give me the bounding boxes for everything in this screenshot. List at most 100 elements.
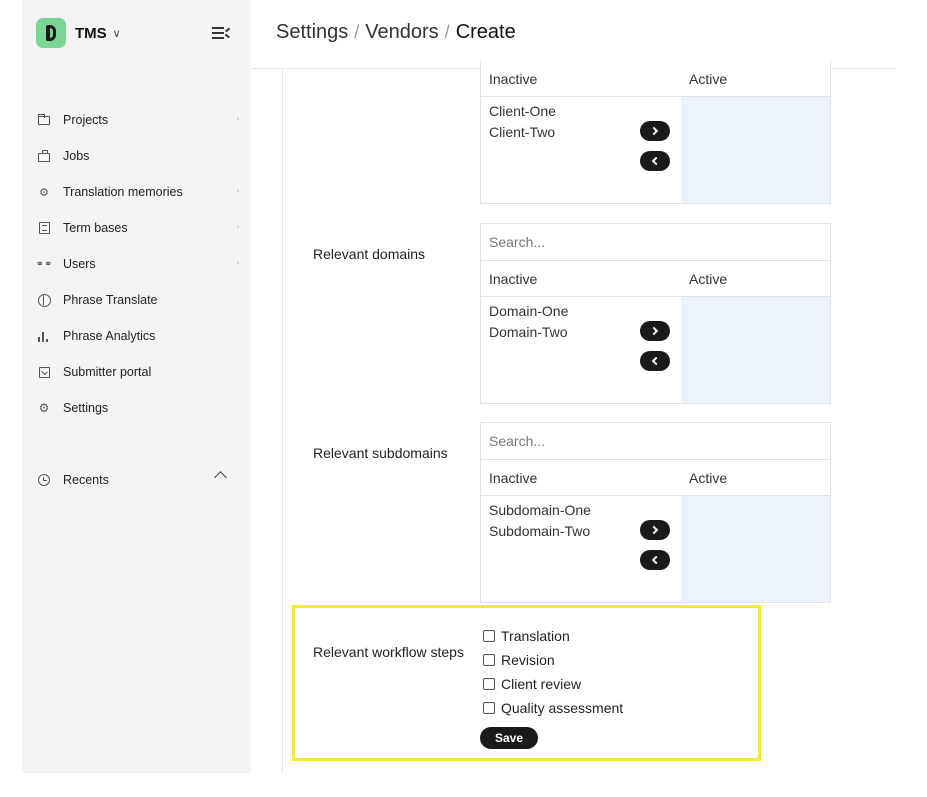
chevron-right-icon (649, 326, 659, 336)
sidebar-item-label: Projects (63, 113, 109, 127)
move-right-button[interactable] (640, 121, 670, 141)
checkbox-label: Client review (501, 676, 582, 692)
chevron-down-icon: ∨ (112, 27, 121, 40)
sidebar-item-label: Settings (63, 401, 109, 415)
sidebar-item-phrase-translate[interactable]: Phrase Translate (22, 282, 251, 318)
checkbox-box[interactable] (483, 654, 495, 666)
breadcrumb-settings[interactable]: Settings (276, 21, 348, 43)
breadcrumb-separator: / (444, 22, 450, 42)
checkbox-label: Quality assessment (501, 700, 624, 716)
list-item[interactable]: Subdomain-One (489, 500, 623, 521)
chevron-right-icon (649, 525, 659, 535)
checkbox-translation[interactable]: Translation (483, 624, 623, 648)
breadcrumb: Settings / Vendors / Create (276, 21, 516, 44)
memory-chip-icon: ⚙ (39, 186, 49, 199)
globe-icon (37, 293, 51, 307)
sidebar-item-label: Jobs (63, 149, 90, 163)
sidebar-item-submitter-portal[interactable]: Submitter portal (22, 354, 251, 390)
active-list[interactable] (681, 496, 830, 602)
checkbox-revision[interactable]: Revision (483, 648, 623, 672)
domains-dual-list: Inactive Active Domain-One Domain-Two (480, 223, 831, 404)
inactive-header: Inactive (489, 469, 538, 486)
list-item[interactable]: Client-One (489, 101, 623, 122)
list-item[interactable]: Domain-Two (489, 322, 623, 343)
breadcrumb-separator: / (354, 22, 360, 42)
sidebar-item-term-bases[interactable]: Term bases (22, 210, 251, 246)
dual-list-headers: Inactive Active (481, 460, 830, 496)
chevron-left-icon (651, 555, 661, 565)
checkbox-box[interactable] (483, 678, 495, 690)
page-title: Create (455, 21, 516, 43)
clients-dual-list: Inactive Active Client-One Client-Two (480, 61, 831, 204)
book-icon (37, 221, 51, 235)
workflow-label: Relevant workflow steps (313, 644, 464, 660)
domains-label: Relevant domains (313, 246, 426, 262)
move-right-button[interactable] (640, 520, 670, 540)
sidebar: TMS ∨ Projects Jobs ⚙ Translation memori… (22, 0, 251, 773)
sidebar-item-phrase-analytics[interactable]: Phrase Analytics (22, 318, 251, 354)
inactive-header: Inactive (489, 70, 538, 87)
chevron-left-icon (651, 356, 661, 366)
brand-switcher[interactable]: TMS ∨ (36, 18, 121, 48)
page-header: Settings / Vendors / Create (252, 0, 895, 69)
chevron-left-icon (651, 156, 661, 166)
chevron-right-icon (649, 126, 659, 136)
breadcrumb-vendors[interactable]: Vendors (365, 21, 438, 43)
sidebar-item-label: Submitter portal (63, 365, 152, 379)
briefcase-icon (37, 149, 51, 163)
move-left-button[interactable] (640, 151, 670, 171)
domains-search-input[interactable] (481, 224, 830, 261)
sidebar-nav: Projects Jobs ⚙ Translation memories Ter… (22, 102, 251, 426)
save-button[interactable]: Save (480, 727, 538, 749)
dual-list-headers: Inactive Active (481, 61, 830, 97)
list-item[interactable]: Domain-One (489, 301, 623, 322)
sidebar-item-jobs[interactable]: Jobs (22, 138, 251, 174)
sidebar-item-projects[interactable]: Projects (22, 102, 251, 138)
brand-name: TMS (75, 24, 107, 42)
dual-list-headers: Inactive Active (481, 261, 830, 297)
sidebar-item-users[interactable]: ⚭⚭ Users (22, 246, 251, 282)
active-header: Active (689, 469, 728, 486)
inbox-icon (37, 365, 51, 379)
inactive-list: Subdomain-One Subdomain-Two (481, 496, 631, 602)
sidebar-item-label: Users (63, 257, 96, 271)
checkbox-quality-assessment[interactable]: Quality assessment (483, 696, 623, 720)
move-left-button[interactable] (640, 351, 670, 371)
gear-icon: ⚙ (38, 401, 50, 415)
checkbox-label: Translation (501, 628, 570, 644)
workflow-steps-group: Translation Revision Client review Quali… (483, 624, 623, 720)
sidebar-item-settings[interactable]: ⚙ Settings (22, 390, 251, 426)
content-divider (282, 69, 283, 773)
folder-icon (37, 113, 51, 127)
inactive-list: Client-One Client-Two (481, 97, 631, 203)
active-list[interactable] (681, 297, 830, 403)
checkbox-label: Revision (501, 652, 555, 668)
sidebar-item-label: Term bases (63, 221, 128, 235)
sidebar-item-label: Phrase Translate (63, 293, 158, 307)
subdomains-label: Relevant subdomains (313, 445, 448, 461)
users-icon: ⚭⚭ (35, 258, 53, 270)
history-icon (37, 473, 51, 487)
phrase-logo-icon (36, 18, 66, 48)
sidebar-item-label: Phrase Analytics (63, 329, 156, 343)
checkbox-client-review[interactable]: Client review (483, 672, 623, 696)
checkbox-box[interactable] (483, 630, 495, 642)
move-left-button[interactable] (640, 550, 670, 570)
move-right-button[interactable] (640, 321, 670, 341)
sidebar-item-translation-memories[interactable]: ⚙ Translation memories (22, 174, 251, 210)
list-item[interactable]: Subdomain-Two (489, 521, 623, 542)
sidebar-item-label: Recents (63, 473, 109, 487)
inactive-header: Inactive (489, 270, 538, 287)
checkbox-box[interactable] (483, 702, 495, 714)
active-header: Active (689, 270, 728, 287)
sidebar-recents[interactable]: Recents (22, 462, 251, 498)
sidebar-item-label: Translation memories (63, 185, 183, 199)
active-header: Active (689, 70, 728, 87)
active-list[interactable] (681, 97, 830, 203)
list-item[interactable]: Client-Two (489, 122, 623, 143)
bar-chart-icon (37, 329, 51, 343)
subdomains-search-input[interactable] (481, 423, 830, 460)
inactive-list: Domain-One Domain-Two (481, 297, 631, 403)
collapse-sidebar-icon[interactable] (212, 26, 230, 40)
subdomains-dual-list: Inactive Active Subdomain-One Subdomain-… (480, 422, 831, 603)
